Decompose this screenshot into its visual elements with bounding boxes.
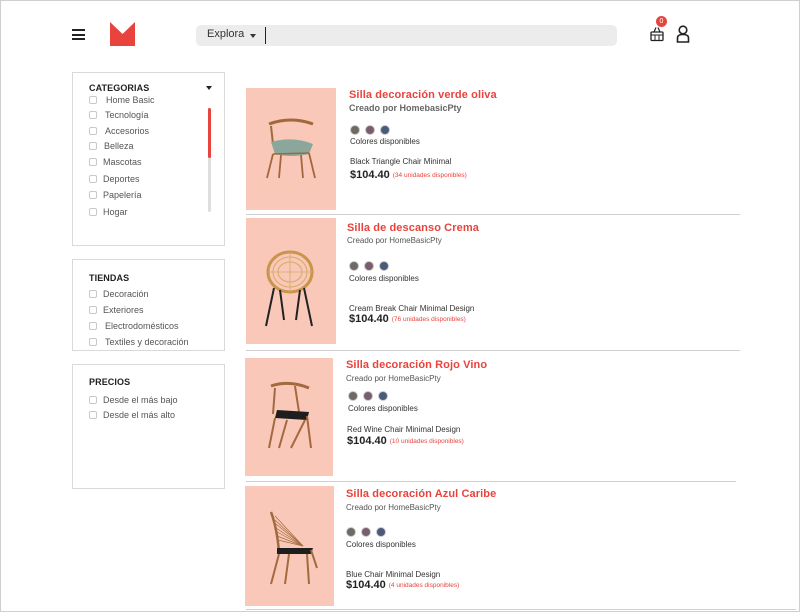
- categories-filter-panel: CATEGORIAS Home Basic Tecnología Accesor…: [72, 72, 225, 246]
- checkbox[interactable]: [89, 396, 97, 404]
- chevron-down-icon[interactable]: [206, 86, 212, 90]
- checkbox[interactable]: [89, 306, 97, 314]
- stores-title: TIENDAS: [89, 273, 130, 283]
- divider: [246, 609, 796, 610]
- prices-title: PRECIOS: [89, 377, 131, 387]
- categories-scrollbar[interactable]: [208, 108, 211, 212]
- cart-count-badge: 0: [656, 16, 667, 27]
- colors-available-label: Colores disponibles: [348, 404, 418, 413]
- checkbox[interactable]: [89, 338, 97, 346]
- color-swatch[interactable]: [349, 261, 359, 271]
- product-description: Black Triangle Chair Minimal: [350, 157, 452, 166]
- divider: [246, 481, 736, 482]
- search-divider: [265, 27, 266, 44]
- color-swatch[interactable]: [379, 261, 389, 271]
- chair-olive-icon: [266, 118, 316, 179]
- product-image[interactable]: [245, 358, 333, 476]
- category-option[interactable]: Hogar: [89, 207, 128, 217]
- checkbox[interactable]: [89, 411, 97, 419]
- product-price: $104.40 (10 unidades disponibles): [347, 435, 464, 447]
- product-creator[interactable]: Creado por HomeBasicPty: [347, 236, 442, 245]
- category-option[interactable]: Belleza: [89, 141, 134, 151]
- product-creator[interactable]: Creado por HomeBasicPty: [346, 503, 441, 512]
- stock-availability: (76 unidades disponibles): [391, 316, 466, 323]
- divider: [246, 214, 740, 215]
- stores-filter-panel: TIENDAS Decoración Exteriores Electrodom…: [72, 259, 225, 351]
- checkbox[interactable]: [89, 158, 97, 166]
- product-name[interactable]: Silla decoración Rojo Vino: [346, 359, 487, 371]
- user-account-icon[interactable]: [676, 25, 690, 48]
- product-price: $104.40 (76 unidades disponibles): [349, 313, 466, 325]
- color-swatch[interactable]: [363, 391, 373, 401]
- color-swatch[interactable]: [348, 391, 358, 401]
- product-creator[interactable]: Creado por HomeBasicPty: [346, 374, 441, 383]
- product-price: $104.40 (34 unidades disponibles): [350, 169, 467, 181]
- category-option[interactable]: Accesorios: [89, 126, 149, 136]
- category-option[interactable]: Papelería: [89, 190, 142, 200]
- store-option[interactable]: Textiles y decoración: [89, 337, 189, 347]
- hamburger-menu-icon[interactable]: [72, 29, 85, 40]
- prices-filter-panel: PRECIOS Desde el más bajo Desde el más a…: [72, 364, 225, 489]
- color-swatch[interactable]: [346, 527, 356, 537]
- checkbox[interactable]: [89, 191, 97, 199]
- colors-available-label: Colores disponibles: [349, 274, 419, 283]
- product-image[interactable]: [246, 218, 336, 344]
- chevron-down-icon[interactable]: [250, 34, 256, 38]
- color-swatch[interactable]: [376, 527, 386, 537]
- category-option[interactable]: Deportes: [89, 174, 140, 184]
- explore-dropdown-label[interactable]: Explora: [207, 28, 244, 40]
- chair-string-icon: [269, 511, 318, 585]
- color-swatch[interactable]: [364, 261, 374, 271]
- chair-wine-icon: [268, 381, 312, 449]
- checkbox[interactable]: [89, 322, 97, 330]
- checkbox[interactable]: [89, 290, 97, 298]
- category-option[interactable]: Home Basic: [89, 95, 155, 105]
- color-swatch[interactable]: [350, 125, 360, 135]
- product-name[interactable]: Silla decoración Azul Caribe: [346, 488, 496, 500]
- checkbox[interactable]: [89, 175, 97, 183]
- store-option[interactable]: Decoración: [89, 289, 149, 299]
- color-swatch[interactable]: [361, 527, 371, 537]
- color-swatch[interactable]: [365, 125, 375, 135]
- checkbox[interactable]: [89, 208, 97, 216]
- checkbox[interactable]: [89, 142, 97, 150]
- product-image[interactable]: [245, 486, 334, 606]
- category-option[interactable]: Mascotas: [89, 157, 142, 167]
- search-bar: Explora: [196, 25, 617, 46]
- divider: [246, 350, 740, 351]
- product-price: $104.40 (4 unidades disponibles): [346, 579, 460, 591]
- colors-available-label: Colores disponibles: [350, 137, 420, 146]
- product-description: Cream Break Chair Minimal Design: [349, 304, 475, 313]
- product-name[interactable]: Silla decoración verde oliva: [349, 89, 497, 101]
- product-description: Blue Chair Minimal Design: [346, 570, 441, 579]
- category-option[interactable]: Tecnología: [89, 110, 149, 120]
- scrollbar-thumb[interactable]: [208, 108, 211, 158]
- shopping-basket-icon[interactable]: [650, 26, 664, 42]
- colors-available-label: Colores disponibles: [346, 540, 416, 549]
- product-name[interactable]: Silla de descanso Crema: [347, 222, 479, 234]
- stock-availability: (10 unidades disponibles): [389, 438, 464, 445]
- price-sort-option[interactable]: Desde el más alto: [89, 410, 175, 420]
- search-input[interactable]: [268, 27, 608, 44]
- brand-logo[interactable]: [110, 22, 135, 51]
- product-description: Red Wine Chair Minimal Design: [347, 425, 461, 434]
- stock-availability: (34 unidades disponibles): [392, 172, 467, 179]
- product-image[interactable]: [246, 88, 336, 210]
- color-swatch[interactable]: [378, 391, 388, 401]
- chair-rattan-icon: [265, 250, 314, 327]
- price-sort-option[interactable]: Desde el más bajo: [89, 395, 178, 405]
- checkbox[interactable]: [89, 127, 97, 135]
- color-swatch[interactable]: [380, 125, 390, 135]
- store-option[interactable]: Exteriores: [89, 305, 144, 315]
- checkbox[interactable]: [89, 111, 97, 119]
- product-creator[interactable]: Creado por HomebasicPty: [349, 103, 462, 113]
- checkbox[interactable]: [89, 96, 97, 104]
- stock-availability: (4 unidades disponibles): [388, 582, 460, 589]
- categories-title: CATEGORIAS: [89, 83, 150, 93]
- store-option[interactable]: Electrodomésticos: [89, 321, 179, 331]
